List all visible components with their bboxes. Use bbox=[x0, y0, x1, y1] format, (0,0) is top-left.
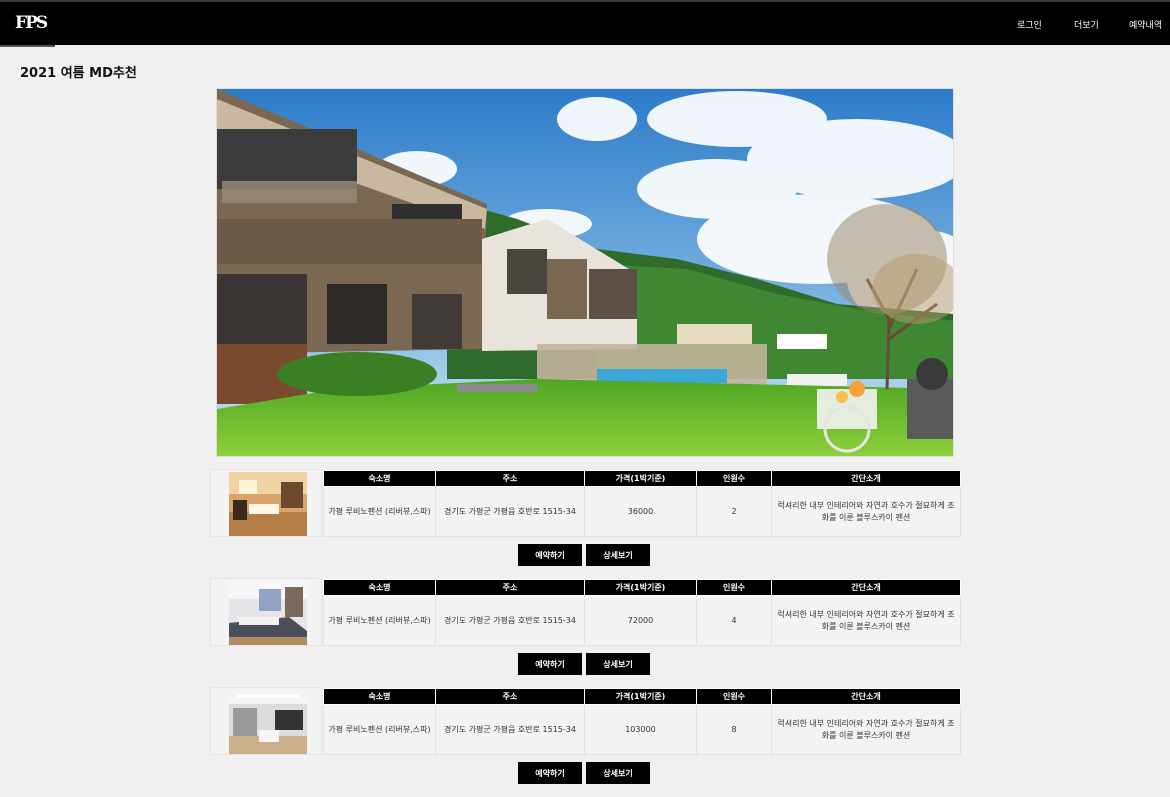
header-name: 숙소명 bbox=[323, 688, 436, 705]
nav-reservations-link[interactable]: 예약내역 bbox=[1129, 18, 1162, 31]
header-capacity: 인원수 bbox=[696, 688, 772, 705]
listing-address: 경기도 가평군 가평읍 호반로 1515-34 bbox=[435, 486, 585, 537]
room-thumbnail[interactable] bbox=[229, 690, 307, 754]
header-intro: 간단소개 bbox=[771, 579, 961, 596]
top-navbar: FPS 로그인 더보기 예약내역 bbox=[0, 0, 1170, 47]
listing-name: 가평 루비노펜션 (리버뷰,스파) bbox=[323, 704, 436, 755]
listing-info-table: 숙소명 주소 가격(1박기준) 인원수 간단소개 가평 루비노펜션 (리버뷰,스… bbox=[323, 470, 961, 537]
header-intro: 간단소개 bbox=[771, 688, 961, 705]
header-name: 숙소명 bbox=[323, 579, 436, 596]
listing-intro: 럭셔리한 내부 인테리어와 자연과 호수가 절묘하게 조화를 이룬 블루스카이 … bbox=[771, 704, 961, 755]
listing-intro: 럭셔리한 내부 인테리어와 자연과 호수가 절묘하게 조화를 이룬 블루스카이 … bbox=[771, 486, 961, 537]
nav-login-link[interactable]: 로그인 bbox=[1017, 18, 1042, 31]
listing-address: 경기도 가평군 가평읍 호반로 1515-34 bbox=[435, 595, 585, 646]
book-button[interactable]: 예약하기 bbox=[518, 653, 582, 675]
header-capacity: 인원수 bbox=[696, 470, 772, 487]
listing-name: 가평 루비노펜션 (리버뷰,스파) bbox=[323, 595, 436, 646]
header-intro: 간단소개 bbox=[771, 470, 961, 487]
listing-price: 103000 bbox=[584, 704, 697, 755]
header-price: 가격(1박기준) bbox=[584, 579, 697, 596]
thumbnail-cell bbox=[210, 687, 322, 755]
header-address: 주소 bbox=[435, 688, 585, 705]
thumbnail-cell bbox=[210, 469, 322, 537]
thumbnail-cell bbox=[210, 578, 322, 646]
room-thumbnail[interactable] bbox=[229, 472, 307, 536]
listing-capacity: 2 bbox=[696, 486, 772, 537]
logo-underline bbox=[0, 45, 55, 47]
page-title: 2021 여름 MD추천 bbox=[20, 66, 137, 81]
header-address: 주소 bbox=[435, 579, 585, 596]
listing-name: 가평 루비노펜션 (리버뷰,스파) bbox=[323, 486, 436, 537]
header-capacity: 인원수 bbox=[696, 579, 772, 596]
header-address: 주소 bbox=[435, 470, 585, 487]
listing-card: 숙소명 주소 가격(1박기준) 인원수 간단소개 가평 루비노펜션 (리버뷰,스… bbox=[210, 687, 961, 797]
listing-info-table: 숙소명 주소 가격(1박기준) 인원수 간단소개 가평 루비노펜션 (리버뷰,스… bbox=[323, 688, 961, 755]
detail-button[interactable]: 상세보기 bbox=[586, 544, 650, 566]
listing-intro: 럭셔리한 내부 인테리어와 자연과 호수가 절묘하게 조화를 이룬 블루스카이 … bbox=[771, 595, 961, 646]
nav-more-link[interactable]: 더보기 bbox=[1074, 18, 1099, 31]
detail-button[interactable]: 상세보기 bbox=[586, 653, 650, 675]
header-price: 가격(1박기준) bbox=[584, 688, 697, 705]
book-button[interactable]: 예약하기 bbox=[518, 762, 582, 784]
header-name: 숙소명 bbox=[323, 470, 436, 487]
listing-capacity: 8 bbox=[696, 704, 772, 755]
listing-card: 숙소명 주소 가격(1박기준) 인원수 간단소개 가평 루비노펜션 (리버뷰,스… bbox=[210, 578, 961, 688]
room-thumbnail[interactable] bbox=[229, 581, 307, 645]
listing-price: 72000 bbox=[584, 595, 697, 646]
listing-card: 숙소명 주소 가격(1박기준) 인원수 간단소개 가평 루비노펜션 (리버뷰,스… bbox=[210, 469, 961, 579]
header-price: 가격(1박기준) bbox=[584, 470, 697, 487]
listing-info-table: 숙소명 주소 가격(1박기준) 인원수 간단소개 가평 루비노펜션 (리버뷰,스… bbox=[323, 579, 961, 646]
hero-image bbox=[216, 88, 954, 457]
listing-address: 경기도 가평군 가평읍 호반로 1515-34 bbox=[435, 704, 585, 755]
listing-capacity: 4 bbox=[696, 595, 772, 646]
detail-button[interactable]: 상세보기 bbox=[586, 762, 650, 784]
listing-price: 36000 bbox=[584, 486, 697, 537]
book-button[interactable]: 예약하기 bbox=[518, 544, 582, 566]
site-logo[interactable]: FPS bbox=[15, 13, 48, 33]
